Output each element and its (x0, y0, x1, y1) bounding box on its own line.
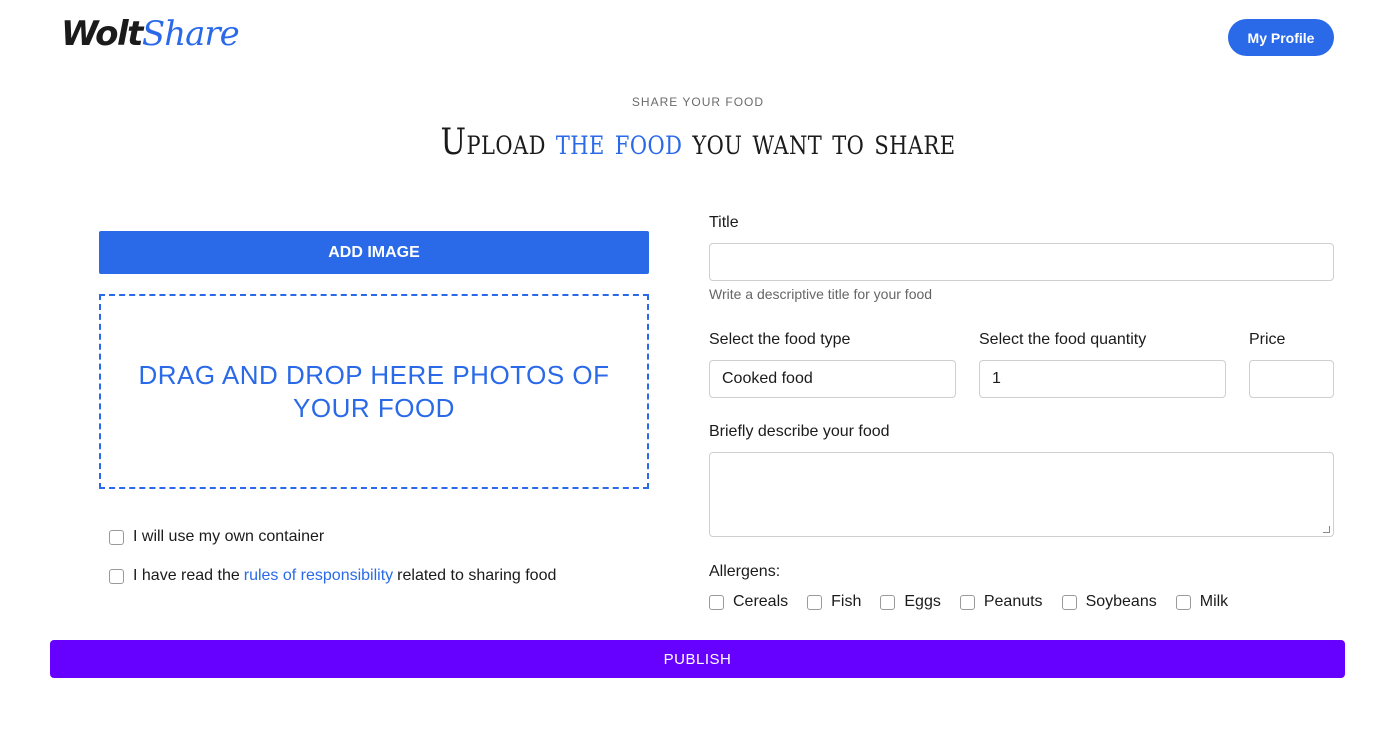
rules-label-after: related to sharing food (397, 567, 557, 584)
page-eyebrow: SHARE YOUR FOOD (631, 95, 765, 109)
allergens-list: Cereals Fish Eggs Peanuts Soybeans Milk (709, 593, 1247, 611)
price-label: Price (1249, 331, 1286, 348)
food-quantity-label: Select the food quantity (979, 331, 1147, 348)
price-input[interactable] (1249, 360, 1334, 398)
allergen-fish: Fish (807, 593, 861, 611)
rules-agreement-option: I have read the rules of responsibility … (109, 567, 556, 585)
title-hint: Write a descriptive title for your food (709, 286, 933, 302)
allergen-label: Cereals (733, 593, 789, 610)
allergen-soybeans: Soybeans (1061, 593, 1157, 611)
allergen-label: Fish (831, 593, 862, 610)
resize-handle-icon[interactable] (1323, 526, 1330, 533)
title-input[interactable] (709, 243, 1334, 281)
food-quantity-input[interactable]: 1 (979, 360, 1226, 398)
page-title-highlight: the food (555, 122, 683, 163)
allergen-peanuts: Peanuts (959, 593, 1043, 611)
own-container-option: I will use my own container (109, 528, 324, 546)
allergen-cereals: Cereals (709, 593, 788, 611)
food-type-select[interactable]: Cooked food (709, 360, 956, 398)
food-type-label: Select the food type (709, 331, 851, 348)
rules-agreement-checkbox[interactable] (109, 568, 124, 584)
page-title-after: you want to share (682, 122, 956, 163)
allergen-label: Eggs (904, 593, 941, 610)
brand-logo-share: Share (141, 14, 240, 54)
dropzone-text: DRAG AND DROP HERE PHOTOS OF YOUR FOOD (138, 359, 610, 423)
allergen-checkbox[interactable] (959, 594, 975, 610)
brand-logo-wolt: Wolt (61, 14, 143, 54)
my-profile-button[interactable]: My Profile (1228, 19, 1334, 56)
add-image-button[interactable]: ADD IMAGE (99, 231, 649, 274)
rules-label-before: I have read the (133, 567, 240, 584)
allergen-checkbox[interactable] (880, 594, 896, 610)
page-title-before: Upload (440, 122, 556, 163)
publish-button[interactable]: PUBLISH (50, 640, 1345, 678)
allergen-label: Peanuts (983, 593, 1043, 610)
description-label: Briefly describe your food (709, 423, 890, 440)
page-title: Upload the food you want to share (112, 122, 1285, 163)
allergen-label: Milk (1199, 593, 1229, 610)
brand-logo[interactable]: Wolt Share (61, 14, 240, 58)
allergen-checkbox[interactable] (1175, 594, 1191, 610)
allergen-eggs: Eggs (880, 593, 941, 611)
allergens-label: Allergens: (709, 563, 781, 580)
title-label: Title (709, 214, 739, 231)
allergen-milk: Milk (1175, 593, 1229, 611)
rules-of-responsibility-link[interactable]: rules of responsibility (244, 567, 393, 585)
own-container-label: I will use my own container (133, 528, 325, 545)
own-container-checkbox[interactable] (109, 529, 124, 545)
photo-dropzone[interactable]: DRAG AND DROP HERE PHOTOS OF YOUR FOOD (99, 294, 649, 489)
allergen-checkbox[interactable] (709, 594, 724, 610)
description-textarea[interactable] (709, 452, 1334, 537)
allergen-checkbox[interactable] (1061, 594, 1077, 610)
allergen-checkbox[interactable] (807, 594, 823, 610)
allergen-label: Soybeans (1085, 593, 1157, 610)
